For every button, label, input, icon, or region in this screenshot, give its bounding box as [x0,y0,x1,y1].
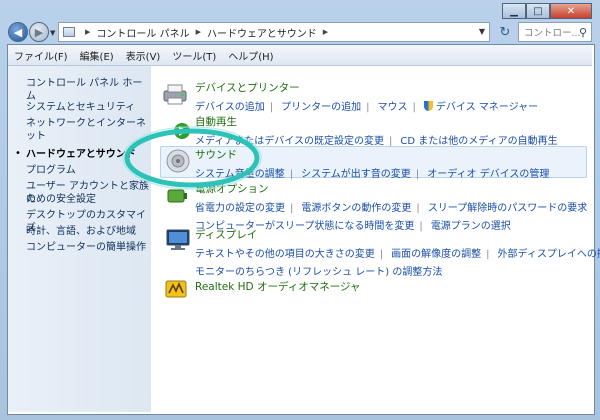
uac-shield-icon [423,101,433,111]
nav-clock-language-region[interactable]: 時計、言語、および地域 [26,225,136,238]
breadcrumb-hardware-sound[interactable]: ハードウェアとサウンド [207,25,317,40]
address-dropdown-icon[interactable]: ▼ [479,27,485,36]
category-sound: サウンド システム音量の調整 | システムが出す音の変更 | オーディオ デバイスの… [195,147,550,180]
display-title[interactable]: ディスプレイ [195,227,600,242]
link-adjust-volume[interactable]: システム音量の調整 [195,169,285,180]
link-external-display[interactable]: 外部ディスプレイへの接続 [498,249,600,260]
autoplay-icon [174,123,190,139]
link-power-button-action[interactable]: 電源ボタンの動作の変更 [301,203,411,214]
category-realtek: Realtek HD オーディオマネージャ [195,279,360,294]
back-button[interactable]: ◀ [8,22,28,42]
refresh-button[interactable]: ↻ [494,22,516,42]
search-placeholder: コントロー... [524,28,581,39]
nav-system-security[interactable]: システムとセキュリティ [26,101,135,114]
minimize-button[interactable]: ▁ [502,3,526,19]
category-autoplay: 自動再生 メディアまたはデバイスの既定設定の変更 | CD または他のメディアの自… [195,114,558,147]
sound-title[interactable]: サウンド [195,147,549,162]
chevron-right-icon[interactable]: ▶ [85,28,90,36]
menu-edit[interactable]: 編集(E) [74,48,120,63]
nav-control-panel-home[interactable]: コントロール パネル ホーム [26,77,151,103]
realtek-hd-audio-manager[interactable]: Realtek HD オーディオマネージャ [195,279,360,294]
link-screen-resolution[interactable]: 画面の解像度の調整 [391,249,481,260]
nav-ease-of-access[interactable]: コンピューターの簡単操作 [26,241,146,254]
left-navigation-pane: コントロール パネル ホーム システムとセキュリティ ネットワークとインターネッ… [8,66,151,412]
link-manage-audio-devices[interactable]: オーディオ デバイスの管理 [427,169,549,180]
address-bar[interactable]: ▶ コントロール パネル ▶ ハードウェアとサウンド ▶ ▼ [58,22,490,42]
window: ▁ □ ✕ ◀ ▶ ▼ ▶ コントロール パネル ▶ ハードウェアとサウンド ▶… [0,0,600,420]
recent-pages-dropdown-icon[interactable]: ▼ [50,29,55,37]
link-require-password-wakeup[interactable]: スリープ解除時のパスワードの要求 [428,203,587,214]
forward-button[interactable]: ▶ [29,22,49,42]
menu-tools[interactable]: ツール(T) [166,48,222,63]
chevron-right-icon[interactable]: ▶ [196,28,201,36]
control-panel-icon [63,27,75,37]
maximize-button[interactable]: □ [526,3,550,19]
category-power: 電源オプション 省電力の設定の変更 | 電源ボタンの動作の変更 | スリープ解除時の… [195,181,588,232]
category-devices: デバイスとプリンター デバイスの追加 | プリンターの追加 | マウス | デバイス … [195,80,539,113]
menu-help[interactable]: ヘルプ(H) [222,48,279,63]
power-options-icon [167,189,187,203]
devices-printers-title[interactable]: デバイスとプリンター [195,80,538,95]
display-monitor-icon [166,229,190,250]
link-change-system-sounds[interactable]: システムが出す音の変更 [301,169,411,180]
menu-view[interactable]: 表示(V) [120,48,167,63]
realtek-audio-icon [165,280,187,298]
current-item-bullet-icon: • [15,148,21,159]
close-button[interactable]: ✕ [550,3,592,19]
category-display: ディスプレイ テキストやその他の項目の大きさの変更 | 画面の解像度の調整 | 外部… [195,227,600,278]
search-icon[interactable]: ⚲ [579,26,587,39]
nav-hardware-sound[interactable]: ハードウェアとサウンド [26,148,136,161]
printer-icon [163,84,187,105]
link-autoplay-defaults[interactable]: メディアまたはデバイスの既定設定の変更 [195,136,384,147]
menu-file[interactable]: ファイル(F) [8,48,74,63]
nav-programs[interactable]: プログラム [26,164,76,177]
search-input[interactable]: コントロー... ⚲ [518,22,592,42]
chevron-right-icon[interactable]: ▶ [323,28,328,36]
forward-arrow-icon: ▶ [34,25,44,39]
back-arrow-icon: ◀ [13,25,23,39]
autoplay-title[interactable]: 自動再生 [195,114,558,129]
window-controls: ▁ □ ✕ [502,3,592,19]
link-refresh-rate[interactable]: モニターのちらつき (リフレッシュ レート) の調整方法 [195,267,442,278]
link-add-printer[interactable]: プリンターの追加 [281,102,361,113]
link-text-size[interactable]: テキストやその他の項目の大きさの変更 [195,249,375,260]
link-cd-autoplay[interactable]: CD または他のメディアの自動再生 [400,136,557,147]
refresh-icon: ↻ [499,24,511,40]
menu-bar: ファイル(F) 編集(E) 表示(V) ツール(T) ヘルプ(H) [8,45,592,66]
link-mouse[interactable]: マウス [378,102,408,113]
link-add-device[interactable]: デバイスの追加 [195,102,265,113]
link-power-saving-settings[interactable]: 省電力の設定の変更 [195,203,285,214]
nav-network-internet[interactable]: ネットワークとインターネット [26,117,151,143]
power-options-title[interactable]: 電源オプション [195,181,587,196]
breadcrumb-control-panel[interactable]: コントロール パネル [96,25,189,40]
link-device-manager[interactable]: デバイス マネージャー [436,102,538,113]
nav-user-accounts-line2[interactable]: ための安全設定 [26,193,96,206]
speaker-icon [166,149,190,173]
